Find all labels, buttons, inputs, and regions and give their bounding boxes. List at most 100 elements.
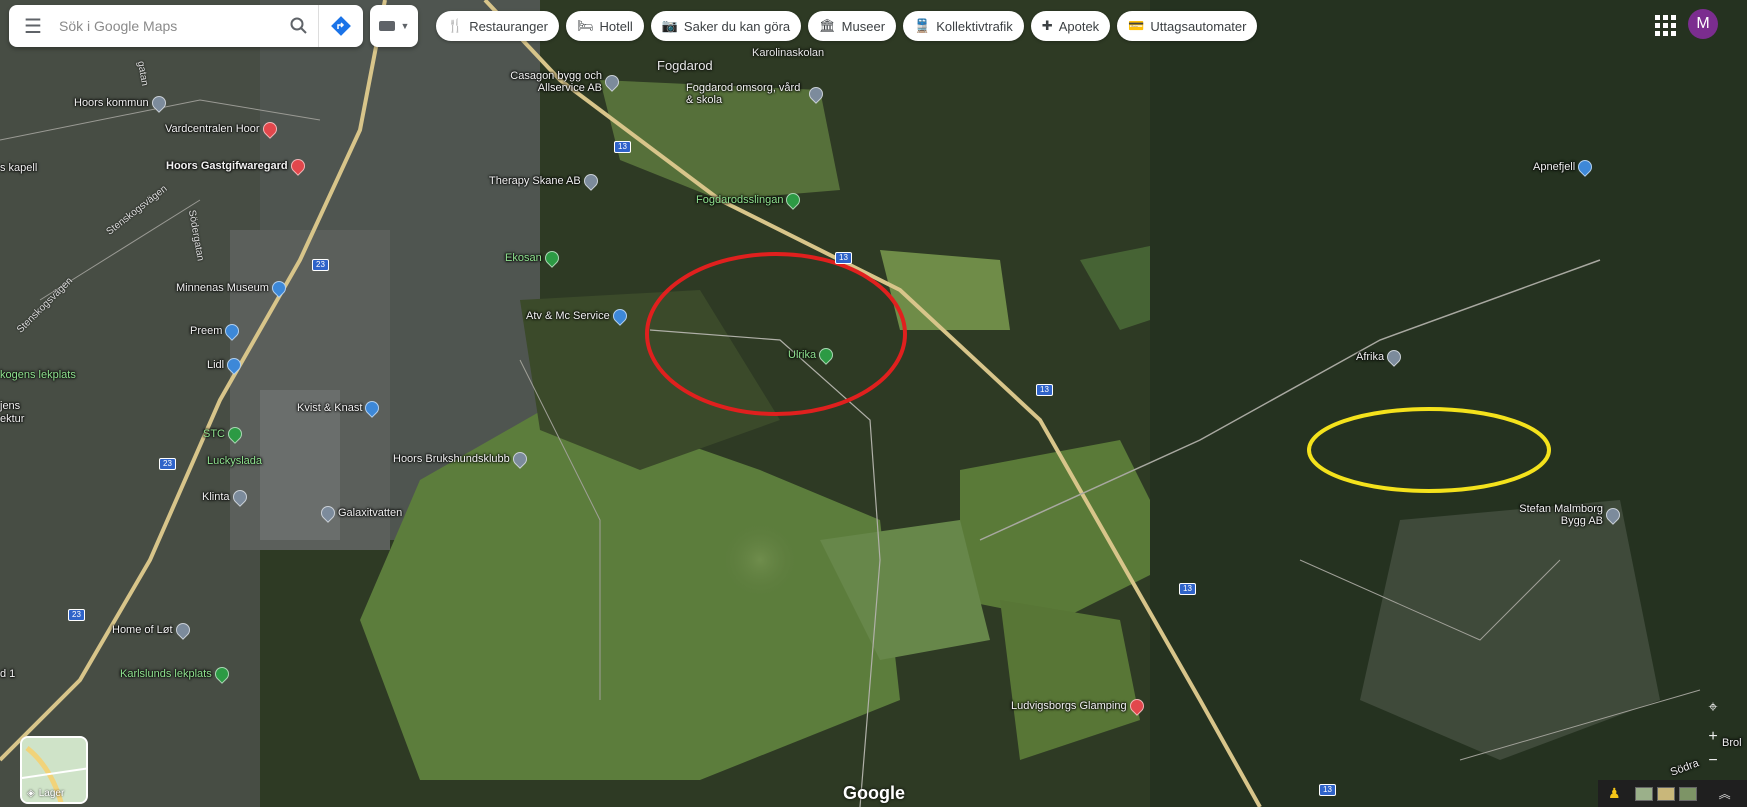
apps-grid-icon[interactable] — [1652, 12, 1678, 38]
place-brukshund[interactable]: Hoors Brukshundsklubb — [393, 449, 530, 469]
hospital-icon — [259, 119, 280, 139]
museum-icon: 🏛 — [819, 18, 836, 33]
place-fogdarod-omsorg[interactable]: Fogdarod omsorg, vård & skola — [686, 82, 826, 106]
zoom-in-button[interactable]: + — [1701, 726, 1725, 748]
place-galaxi[interactable]: Galaxitvatten — [318, 503, 402, 523]
place-karlslunds[interactable]: Karlslunds lekplats — [120, 664, 232, 684]
shop-pin-icon — [609, 306, 630, 326]
place-klinta[interactable]: Klinta — [202, 487, 250, 507]
cart-pin-icon — [224, 355, 245, 375]
search-input[interactable] — [57, 17, 280, 35]
expand-chevron-icon[interactable]: ︽ — [1719, 785, 1731, 802]
directions-icon — [331, 16, 351, 36]
chip-uttagsautomater[interactable]: 💳 Uttagsautomater — [1117, 11, 1258, 41]
place-ludvigsborgs[interactable]: Ludvigsborgs Glamping — [1011, 696, 1147, 716]
place-road-1[interactable]: d 1 — [0, 668, 15, 680]
hotel-pin-icon — [1126, 696, 1147, 716]
chip-kollektivtrafik[interactable]: 🚆 Kollektivtrafik — [903, 11, 1024, 41]
place-pin-icon — [602, 72, 622, 92]
imagery-thumbnail[interactable] — [1678, 786, 1697, 801]
place-ulrika[interactable]: Ulrika — [788, 345, 837, 365]
place-stefan[interactable]: Stefan Malmborg Bygg AB — [1493, 503, 1623, 527]
place-apnefjell[interactable]: Apnefjell — [1533, 157, 1596, 177]
place-minnenas[interactable]: Minnenas Museum — [176, 278, 289, 298]
shop-pin-icon — [362, 398, 383, 418]
keyboard-icon — [378, 21, 395, 31]
route-13-shield: 13 — [1179, 583, 1196, 595]
camera-pin-icon — [1575, 157, 1596, 177]
collapse-panel-button[interactable]: ▼ — [370, 5, 418, 47]
place-pin-icon — [229, 487, 250, 507]
route-13-shield: 13 — [1036, 384, 1053, 396]
my-location-button[interactable]: ⌖ — [1701, 697, 1725, 719]
chip-saker[interactable]: 📷 Saker du kan göra — [650, 11, 802, 41]
park-pin-icon — [783, 190, 804, 210]
gym-pin-icon — [225, 424, 245, 444]
place-atv[interactable]: Atv & Mc Service — [526, 306, 630, 326]
location-target-icon: ⌖ — [1708, 699, 1718, 716]
imagery-thumbnail[interactable] — [1634, 786, 1653, 801]
search-icon — [290, 17, 307, 34]
hamburger-icon: ☰ — [24, 15, 42, 38]
search-button[interactable] — [280, 17, 318, 35]
place-stc[interactable]: STC — [203, 424, 245, 444]
place-pin-icon — [318, 503, 338, 523]
route-23-shield: 23 — [312, 259, 329, 271]
place-pin-icon — [148, 93, 169, 113]
camera-icon: 📷 — [661, 18, 678, 33]
place-afrika[interactable]: Afrika — [1356, 347, 1405, 367]
google-logo: Google — [843, 783, 905, 803]
place-pin-icon — [1384, 347, 1405, 367]
place-gastgifvaregard[interactable]: Hoors Gastgifwaregard — [166, 156, 308, 176]
place-ekosan[interactable]: Ekosan — [505, 248, 562, 268]
route-23-shield: 23 — [159, 458, 176, 470]
park-pin-icon — [816, 345, 837, 365]
chip-apotek[interactable]: ✚ Apotek — [1030, 11, 1111, 41]
park-pin-icon — [211, 664, 232, 684]
hotel-pin-icon — [287, 156, 308, 176]
layers-button[interactable]: ◈ Lager — [20, 736, 88, 804]
transit-icon: 🚆 — [914, 18, 931, 33]
zoom-out-button[interactable]: − — [1701, 750, 1725, 772]
chip-museer[interactable]: 🏛 Museer — [808, 11, 897, 41]
menu-button[interactable]: ☰ — [9, 5, 57, 47]
place-casagon[interactable]: Casagon bygg och Allservice AB — [492, 70, 622, 94]
place-kapell[interactable]: s kapell — [0, 162, 37, 174]
gas-station-icon — [222, 321, 243, 341]
place-lekplats[interactable]: kogens lekplats — [0, 369, 76, 381]
place-vardcentralen[interactable]: Vardcentralen Hoor — [165, 119, 280, 139]
place-therapy[interactable]: Therapy Skane AB — [489, 171, 601, 191]
avatar[interactable]: M — [1688, 9, 1718, 39]
imagery-thumbnail[interactable] — [1656, 786, 1675, 801]
restaurant-icon: 🍴 — [447, 18, 464, 33]
place-preem[interactable]: Preem — [190, 321, 243, 341]
atm-icon: 💳 — [1128, 18, 1145, 33]
route-23-shield: 23 — [68, 609, 85, 621]
place-kvist[interactable]: Kvist & Knast — [297, 398, 383, 418]
place-fogdarodsslingan[interactable]: Fogdarodsslingan — [696, 190, 804, 210]
pegman-icon[interactable]: ♟ — [1608, 785, 1621, 802]
place-jens[interactable]: jens — [0, 400, 20, 412]
museum-pin-icon — [269, 278, 289, 298]
place-home-of-lot[interactable]: Home of Løt — [112, 620, 193, 640]
place-pin-icon — [172, 620, 193, 640]
place-pin-icon — [509, 449, 530, 469]
minus-icon: − — [1708, 752, 1718, 769]
area-label-karolinaskolan: Karolinaskolan — [752, 47, 825, 59]
caret-down-icon: ▼ — [400, 21, 410, 31]
place-lektur[interactable]: ektur — [0, 413, 24, 425]
hotel-icon: 🛏 — [576, 18, 594, 33]
route-13-shield: 13 — [1319, 784, 1336, 796]
chip-restauranger[interactable]: 🍴 Restauranger — [436, 11, 559, 41]
category-chips: 🍴 Restauranger 🛏 Hotell 📷 Saker du kan göra… — [436, 11, 1258, 41]
chip-hotell[interactable]: 🛏 Hotell — [565, 11, 644, 41]
pharmacy-icon: ✚ — [1041, 18, 1053, 33]
search-box: ☰ — [9, 5, 363, 47]
place-lidl[interactable]: Lidl — [207, 355, 245, 375]
place-hoors-kommun[interactable]: Hoors kommun — [74, 93, 169, 113]
directions-button[interactable] — [318, 5, 363, 47]
layers-icon: ◈ — [27, 788, 35, 799]
bottom-toolbar: ♟ ︽ — [1598, 780, 1747, 807]
place-luckyslada[interactable]: Luckyslada — [207, 455, 262, 467]
route-13-shield: 13 — [614, 141, 631, 153]
